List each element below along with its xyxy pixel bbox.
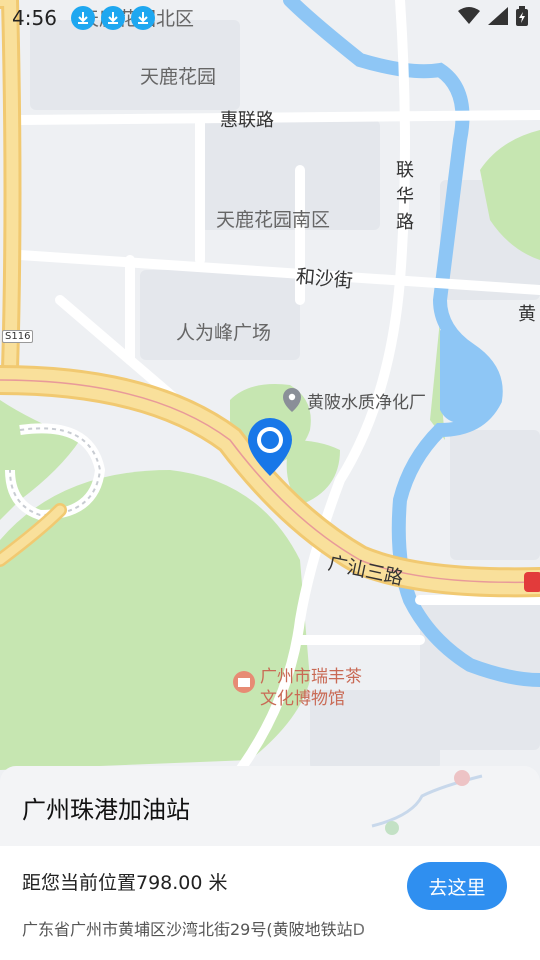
poi-label[interactable]: 黄陂水质净化厂 [307,388,426,413]
distance-text: 距您当前位置798.00 米 [22,872,228,894]
download-icon [130,6,155,30]
status-time: 4:56 [12,6,57,30]
place-name: 广州珠港加油站 [22,796,190,824]
wifi-icon [458,7,480,29]
status-bar: 4:56 [0,0,540,36]
place-detail-sheet: 广州珠港加油站 距您当前位置798.00 米 广东省广州市黄埔区沙湾北街29号(… [0,766,540,960]
battery-charging-icon [516,6,528,30]
route-thumbnail [371,770,483,835]
address-fade [340,906,540,946]
poi-label[interactable]: 文化博物馆 [260,684,345,709]
download-icon [70,6,95,30]
download-icon [100,6,125,30]
museum-icon [233,671,255,693]
signal-icon [488,7,508,29]
road-label: 黄 [518,304,536,325]
area-label: 人为峰广场 [176,322,272,344]
road-label: 和沙街 [295,265,354,293]
road-label: 联华路 [396,160,414,233]
go-here-button[interactable]: 去这里 [407,862,507,910]
area-label: 天鹿花园 [140,66,217,88]
area-label: 天鹿花园南区 [216,209,331,231]
road-label: 惠联路 [220,110,274,131]
sheet-header: 广州珠港加油站 [0,766,540,846]
highway-shield: S116 [2,330,34,343]
